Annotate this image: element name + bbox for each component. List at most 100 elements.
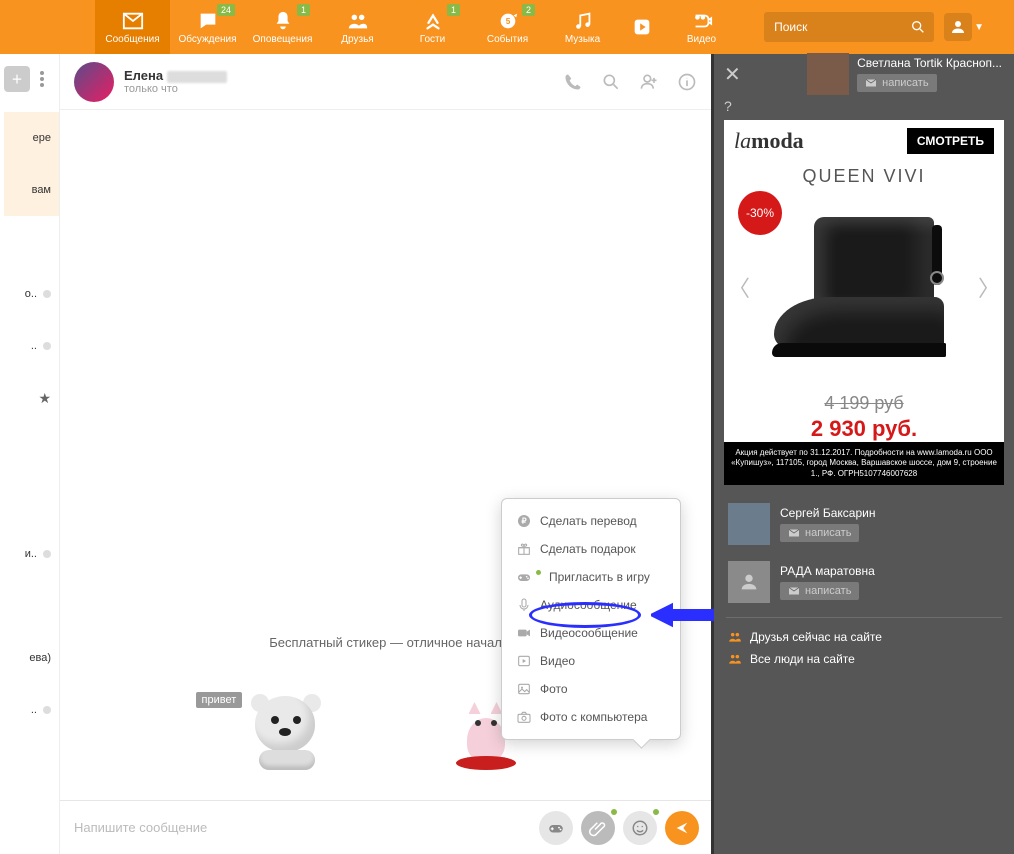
nav-play[interactable] — [620, 0, 664, 54]
nav-video[interactable]: Видео — [664, 0, 739, 54]
contact-name: Светлана Tortik Красноп... — [857, 56, 1002, 70]
ad-cta-button[interactable]: СМОТРЕТЬ — [907, 128, 994, 154]
videocam-icon — [516, 625, 532, 641]
nav-music[interactable]: Музыка — [545, 0, 620, 54]
people-icon — [728, 652, 742, 666]
avatar — [807, 53, 849, 95]
attach-photo-upload[interactable]: Фото с компьютера — [502, 703, 680, 731]
attach-audio[interactable]: Аудиосообщение — [502, 591, 680, 619]
top-nav: Сообщения Обсуждения 24 Оповещения 1 Дру… — [0, 0, 1014, 54]
list-item[interactable]: и.. — [4, 528, 59, 580]
star-icon: ★ — [38, 390, 51, 407]
list-item[interactable]: о.. — [4, 268, 59, 320]
help-icon[interactable]: ? — [714, 94, 1014, 114]
profile-button[interactable] — [944, 13, 972, 41]
redacted-name — [167, 71, 227, 83]
message-input[interactable] — [72, 819, 531, 836]
search-input[interactable] — [772, 19, 910, 35]
friends-icon — [347, 10, 369, 32]
search-box[interactable] — [764, 12, 934, 42]
new-chat-button[interactable]: ＋ — [4, 66, 30, 92]
bell-icon — [272, 10, 294, 32]
nav-label: Видео — [687, 34, 716, 45]
nav-guests[interactable]: Гости 1 — [395, 0, 470, 54]
list-item[interactable] — [4, 580, 59, 632]
more-icon[interactable] — [40, 71, 44, 87]
music-icon — [572, 10, 594, 32]
list-item[interactable] — [4, 476, 59, 528]
list-item[interactable]: ере — [4, 112, 59, 164]
emoji-button[interactable] — [623, 811, 657, 845]
avatar[interactable] — [74, 62, 114, 102]
contact-card[interactable]: Сергей Баксарин написать — [714, 495, 1014, 553]
chat-header: Елена только что — [60, 54, 711, 110]
polar-bear-sticker — [241, 690, 331, 770]
new-dot-icon — [611, 809, 617, 815]
list-item[interactable]: ева) — [4, 632, 59, 684]
nav-label: Оповещения — [253, 34, 313, 45]
nav-label: Сообщения — [105, 34, 159, 45]
list-item[interactable] — [4, 424, 59, 476]
chat-subtitle: только что — [124, 83, 227, 95]
conversations-rail: ＋ ере вам о.. .. ★ и.. ева) .. — [0, 54, 60, 854]
chat-panel: Елена только что Бесплатный стикер — отл… — [60, 54, 714, 854]
list-item[interactable]: вам — [4, 164, 59, 216]
nav-friends[interactable]: Друзья — [320, 0, 395, 54]
attach-transfer[interactable]: Сделать перевод — [502, 507, 680, 535]
sticker-option[interactable]: привет — [226, 670, 346, 770]
phone-icon[interactable] — [563, 72, 583, 92]
price-old: 4 199 руб — [724, 393, 1004, 414]
right-sidebar: ✕ Светлана Tortik Красноп... написать ? … — [714, 54, 1014, 854]
camera-icon — [516, 709, 532, 725]
attach-video[interactable]: Видео — [502, 647, 680, 675]
search-in-chat-icon[interactable] — [601, 72, 621, 92]
unread-dot-icon — [43, 342, 51, 350]
nav-notifications[interactable]: Оповещения 1 — [245, 0, 320, 54]
message-composer — [60, 800, 711, 854]
ad-banner[interactable]: lamoda СМОТРЕТЬ QUEEN VIVI -30% 〈 〉 4 19… — [724, 120, 1004, 485]
write-button[interactable]: написать — [857, 74, 936, 92]
carousel-next-icon[interactable]: 〉 — [978, 271, 1000, 303]
ruble-icon — [516, 513, 532, 529]
badge: 1 — [447, 4, 460, 16]
unread-dot-icon — [43, 290, 51, 298]
all-people-link[interactable]: Все люди на сайте — [726, 648, 1002, 670]
nav-events[interactable]: События 2 — [470, 0, 545, 54]
nav-label: Гости — [420, 34, 445, 45]
list-item[interactable]: .. — [4, 684, 59, 736]
nav-messages[interactable]: Сообщения — [95, 0, 170, 54]
ad-legal: Акция действует по 31.12.2017. Подробнос… — [724, 442, 1004, 485]
contact-card[interactable]: РАДА маратовна написать — [714, 553, 1014, 611]
play-icon — [631, 16, 653, 38]
guests-icon — [422, 10, 444, 32]
ad-title: QUEEN VIVI — [724, 166, 1004, 187]
price-new: 2 930 руб. — [724, 416, 1004, 442]
gamepad-icon — [516, 569, 532, 585]
chat-title[interactable]: Елена — [124, 68, 227, 83]
badge: 2 — [522, 4, 535, 16]
close-icon[interactable]: ✕ — [724, 62, 741, 87]
attach-videomessage[interactable]: Видеосообщение — [502, 619, 680, 647]
profile-caret-icon[interactable]: ▼ — [974, 22, 984, 33]
games-button[interactable] — [539, 811, 573, 845]
nav-label: Друзья — [341, 34, 373, 45]
attach-button[interactable] — [581, 811, 615, 845]
contact-card[interactable]: Светлана Tortik Красноп... написать — [807, 53, 1002, 95]
add-user-icon[interactable] — [639, 72, 659, 92]
attach-photo[interactable]: Фото — [502, 675, 680, 703]
list-item[interactable]: ★ — [4, 372, 59, 424]
nav-label: Музыка — [565, 34, 600, 45]
write-button[interactable]: написать — [780, 524, 859, 542]
attach-gift[interactable]: Сделать подарок — [502, 535, 680, 563]
nav-discussions[interactable]: Обсуждения 24 — [170, 0, 245, 54]
list-item[interactable] — [4, 216, 59, 268]
info-icon[interactable] — [677, 72, 697, 92]
list-item[interactable]: .. — [4, 320, 59, 372]
carousel-prev-icon[interactable]: 〈 — [728, 271, 750, 303]
friends-online-link[interactable]: Друзья сейчас на сайте — [726, 626, 1002, 648]
send-button[interactable] — [665, 811, 699, 845]
write-button[interactable]: написать — [780, 582, 859, 600]
attach-game[interactable]: Пригласить в игру — [502, 563, 680, 591]
search-icon[interactable] — [910, 19, 926, 35]
sticker-tag: привет — [196, 692, 243, 708]
